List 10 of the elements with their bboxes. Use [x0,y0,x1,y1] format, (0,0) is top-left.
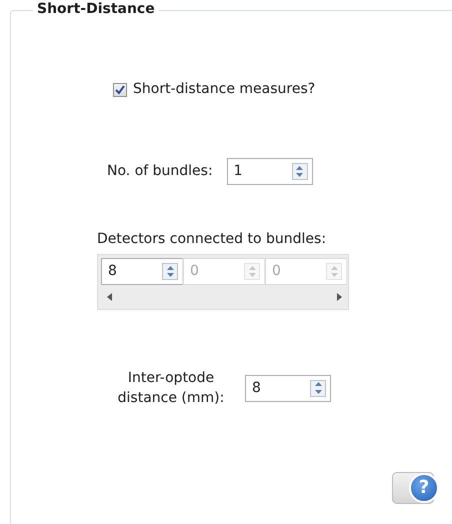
field-label: Detectors connected to bundles: [97,230,328,249]
checkbox[interactable] [113,82,127,96]
spin-box[interactable]: 8 [245,374,331,402]
field-label: Inter-optode distance (mm): [116,369,226,408]
checkbox-label: Short-distance measures? [133,80,316,99]
scroll-left-icon[interactable] [107,293,113,301]
spin-box[interactable]: 1 [226,158,313,185]
spin-box[interactable]: 8 [101,258,183,285]
scroll-right-icon[interactable] [336,293,342,301]
field-label: No. of bundles: [107,162,213,181]
